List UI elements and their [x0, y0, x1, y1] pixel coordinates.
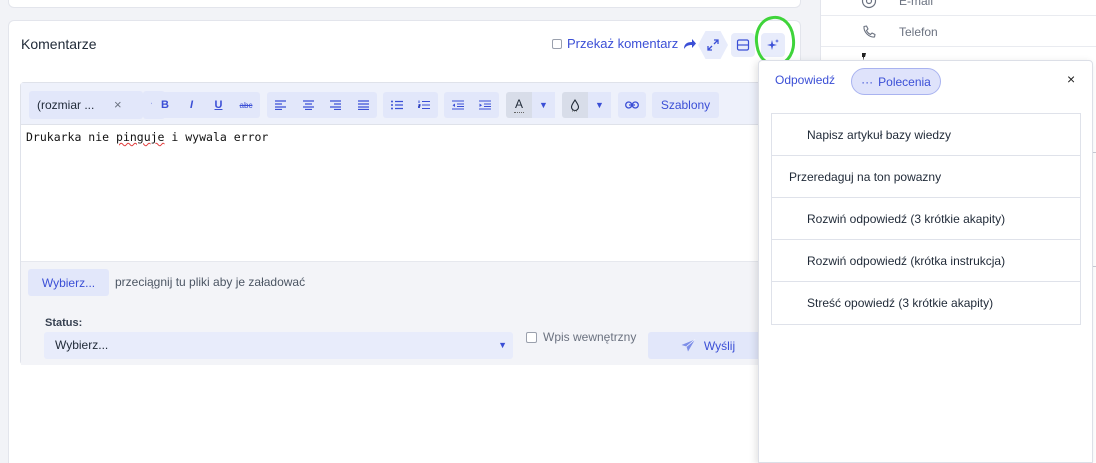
layout-icon [736, 39, 750, 51]
forward-checkbox[interactable] [552, 38, 562, 49]
choose-file-button[interactable]: Wybierz... [28, 269, 109, 296]
forward-comment-toggle[interactable]: Przekaż komentarz [552, 36, 697, 51]
indent-group [444, 92, 499, 118]
font-color-button[interactable]: A [506, 92, 532, 118]
drop-icon [570, 98, 580, 111]
editor-text-end: i wywala error [164, 130, 269, 144]
justify-button[interactable] [349, 92, 377, 118]
chevron-down-icon: ▼ [539, 100, 548, 110]
format-group: B I U abc [152, 92, 260, 118]
strikethrough-button[interactable]: abc [232, 92, 260, 118]
status-label: Status: [45, 317, 83, 329]
internal-note-toggle[interactable]: Wpis wewnętrzny [526, 330, 636, 344]
numbered-list-icon [418, 100, 430, 109]
ai-commands-popup: Odpowiedź ··· Polecenia × Napisz artykuł… [758, 60, 1093, 463]
comments-title: Komentarze [21, 36, 97, 52]
bullet-list-icon [390, 100, 403, 110]
numbered-list-button[interactable] [410, 92, 438, 118]
editor-toolbar: (rozmiar ... × ▼ B I U abc [21, 83, 801, 125]
editor-text-start: Drukarka nie [26, 130, 117, 144]
command-item[interactable]: Przeredaguj na ton powazny [772, 156, 1080, 198]
align-center-icon [302, 100, 314, 110]
indent-icon [479, 100, 491, 110]
align-center-button[interactable] [294, 92, 322, 118]
phone-icon [863, 25, 876, 38]
tab-commands[interactable]: ··· Polecenia [851, 68, 941, 95]
underline-button[interactable]: U [205, 92, 232, 118]
bullet-list-button[interactable] [383, 92, 410, 118]
bold-button[interactable]: B [152, 92, 178, 118]
background-color-button[interactable] [562, 92, 588, 118]
contact-row-email[interactable]: E-mail [821, 0, 1096, 16]
align-left-icon [275, 100, 286, 110]
drop-hint: przeciągnij tu pliki aby je załadować [115, 275, 306, 289]
forward-arrow-icon [684, 38, 697, 49]
internal-note-checkbox[interactable] [526, 331, 537, 343]
command-item[interactable]: Streść opowiedź (3 krótkie akapity) [772, 282, 1080, 324]
expand-icon [707, 39, 719, 51]
color-swatch [514, 111, 524, 113]
italic-button[interactable]: I [178, 92, 205, 118]
font-color-group: A ▼ [506, 92, 555, 118]
justify-icon [357, 100, 369, 110]
send-button[interactable]: Wyślij [648, 332, 768, 359]
command-item[interactable]: Rozwiń odpowiedź (3 krótkie akapity) [772, 198, 1080, 240]
font-size-select[interactable]: (rozmiar ... × [29, 91, 143, 119]
email-label: E-mail [899, 0, 934, 8]
background-color-dropdown[interactable]: ▼ [588, 92, 611, 118]
tab-commands-label: Polecenia [878, 74, 931, 89]
internal-note-label: Wpis wewnętrzny [543, 330, 637, 344]
bg-color-group: ▼ [562, 92, 611, 118]
layout-toggle-button[interactable] [731, 33, 755, 57]
forward-label: Przekaż komentarz [567, 36, 679, 51]
comment-editor: (rozmiar ... × ▼ B I U abc [20, 82, 801, 365]
phone-label: Telefon [899, 25, 938, 39]
send-icon [681, 339, 696, 352]
link-icon [625, 101, 639, 109]
align-left-button[interactable] [267, 92, 294, 118]
command-list: Napisz artykuł bazy wiedzy Przeredaguj n… [771, 113, 1081, 325]
close-icon[interactable]: × [1067, 71, 1075, 87]
tab-reply[interactable]: Odpowiedź [775, 73, 835, 87]
align-right-button[interactable] [322, 92, 349, 118]
attachments-area[interactable]: Wybierz... przeciągnij tu pliki aby je z… [21, 261, 801, 365]
link-group [618, 92, 646, 118]
command-item[interactable]: Napisz artykuł bazy wiedzy [772, 114, 1080, 156]
outdent-button[interactable] [444, 92, 471, 118]
templates-button[interactable]: Szablony [652, 92, 719, 118]
clear-icon[interactable]: × [114, 97, 122, 112]
font-color-label: A [514, 97, 523, 111]
chevron-down-icon: ▼ [595, 100, 604, 110]
chevron-down-icon: ▼ [498, 340, 507, 350]
status-value: Wybierz... [55, 338, 109, 352]
more-dots-icon: ··· [861, 74, 874, 89]
indent-button[interactable] [471, 92, 499, 118]
list-group [383, 92, 438, 118]
editor-content[interactable]: Drukarka nie pinguje i wywala error [26, 130, 268, 144]
contact-row-phone[interactable]: Telefon [821, 17, 1096, 47]
command-item[interactable]: Rozwiń odpowiedź (krótka instrukcja) [772, 240, 1080, 282]
align-group [267, 92, 377, 118]
misspelled-word: pinguje [116, 130, 165, 144]
font-size-value: (rozmiar ... [37, 98, 95, 112]
at-sign-icon [861, 0, 877, 9]
link-button[interactable] [618, 92, 646, 118]
font-color-dropdown[interactable]: ▼ [532, 92, 555, 118]
status-select[interactable]: Wybierz... ▼ [44, 332, 513, 359]
outdent-icon [451, 100, 464, 110]
templates-group: Szablony [652, 92, 719, 118]
previous-card [8, 0, 801, 8]
send-label: Wyślij [703, 338, 736, 353]
align-right-icon [330, 100, 341, 110]
